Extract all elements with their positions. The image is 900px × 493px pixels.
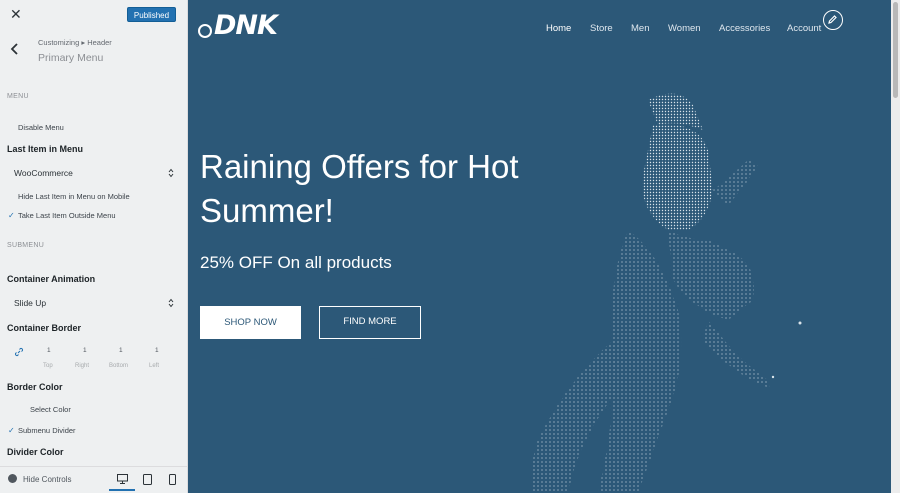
- checkmark-icon: ✓: [8, 426, 15, 435]
- nav-account[interactable]: Account: [787, 23, 821, 34]
- disable-menu-checkbox[interactable]: Disable Menu: [8, 123, 64, 132]
- site-preview: DNK Home Store Men Women Accessories Acc…: [188, 0, 891, 493]
- publish-button[interactable]: Published: [127, 7, 176, 22]
- hide-controls-icon: [8, 474, 17, 483]
- last-item-label: Last Item in Menu: [7, 144, 84, 154]
- shop-now-button[interactable]: SHOP NOW: [200, 306, 301, 339]
- close-icon[interactable]: ✕: [10, 7, 22, 23]
- pencil-icon: [828, 15, 837, 24]
- border-side-label: Top: [43, 363, 53, 369]
- submenu-divider-checkbox[interactable]: ✓ Submenu Divider: [8, 426, 76, 435]
- mobile-icon: [169, 474, 176, 485]
- hide-last-item-checkbox[interactable]: Hide Last Item in Menu on Mobile: [8, 192, 130, 201]
- section-title: Primary Menu: [38, 52, 104, 64]
- take-last-item-label: Take Last Item Outside Menu: [18, 211, 116, 220]
- border-side-label: Right: [75, 363, 90, 369]
- take-last-item-checkbox[interactable]: ✓ Take Last Item Outside Menu: [8, 211, 116, 220]
- border-color-label: Border Color: [7, 382, 63, 392]
- select-color-button[interactable]: Select Color: [30, 405, 71, 414]
- last-item-value: WooCommerce: [14, 168, 73, 178]
- submenu-section-label: SUBMENU: [7, 242, 45, 249]
- logo-text: DNK: [214, 10, 278, 41]
- nav-men[interactable]: Men: [631, 23, 649, 34]
- select-arrows-icon: [168, 298, 174, 308]
- border-top-input[interactable]: 1: [47, 347, 51, 354]
- hide-controls-button[interactable]: Hide Controls: [8, 474, 71, 484]
- border-side-label: Bottom: [109, 363, 129, 369]
- desktop-icon: [117, 474, 128, 484]
- nav-women[interactable]: Women: [668, 23, 701, 34]
- mobile-preview-button[interactable]: [161, 470, 187, 491]
- select-color-label: Select Color: [30, 405, 71, 414]
- divider-color-label: Divider Color: [7, 447, 64, 457]
- menu-section-label: MENU: [7, 93, 29, 100]
- edit-shortcut-button[interactable]: [823, 10, 843, 30]
- container-border-inputs: 1 1 1 1 Top Right Bottom Left: [7, 343, 177, 371]
- hero-title: Raining Offers for Hot Summer!: [200, 148, 519, 229]
- breadcrumb-path: Customizing ▸ Header: [38, 38, 112, 47]
- customizer-sidebar: ✕ Published Customizing ▸ Header Primary…: [0, 0, 188, 493]
- border-side-label: Left: [149, 363, 160, 369]
- container-animation-value: Slide Up: [14, 298, 47, 308]
- site-logo[interactable]: DNK: [198, 10, 278, 41]
- sidebar-footer: Hide Controls: [0, 466, 187, 493]
- preview-scrollbar[interactable]: [891, 0, 900, 493]
- container-animation-select[interactable]: Slide Up: [7, 294, 177, 312]
- desktop-preview-button[interactable]: [109, 470, 135, 491]
- chevron-left-icon[interactable]: [9, 41, 21, 57]
- tablet-icon: [143, 474, 152, 485]
- container-animation-label: Container Animation: [7, 274, 96, 284]
- nav-accessories[interactable]: Accessories: [719, 23, 770, 34]
- logo-mark-icon: [198, 24, 212, 38]
- hide-last-item-label: Hide Last Item in Menu on Mobile: [18, 192, 130, 201]
- hero-subtitle: 25% OFF On all products: [200, 253, 392, 272]
- border-bottom-input[interactable]: 1: [119, 347, 123, 354]
- hide-controls-label: Hide Controls: [23, 475, 72, 484]
- container-border-label: Container Border: [7, 323, 82, 333]
- disable-menu-label: Disable Menu: [18, 123, 64, 132]
- scrollbar-thumb[interactable]: [893, 2, 898, 98]
- tablet-preview-button[interactable]: [135, 470, 161, 491]
- checkmark-icon: ✓: [8, 211, 15, 220]
- find-more-button[interactable]: FIND MORE: [319, 306, 421, 339]
- breadcrumb: Customizing ▸ Header Primary Menu: [0, 32, 187, 74]
- sidebar-header: ✕ Published: [0, 0, 187, 30]
- border-right-input[interactable]: 1: [83, 347, 87, 354]
- select-arrows-icon: [168, 168, 174, 178]
- last-item-select[interactable]: WooCommerce: [7, 164, 177, 182]
- link-icon[interactable]: [14, 347, 24, 357]
- nav-store[interactable]: Store: [590, 23, 613, 34]
- hero-model-image: [531, 93, 802, 493]
- submenu-divider-label: Submenu Divider: [18, 426, 76, 435]
- nav-home[interactable]: Home: [546, 23, 571, 34]
- border-left-input[interactable]: 1: [155, 347, 159, 354]
